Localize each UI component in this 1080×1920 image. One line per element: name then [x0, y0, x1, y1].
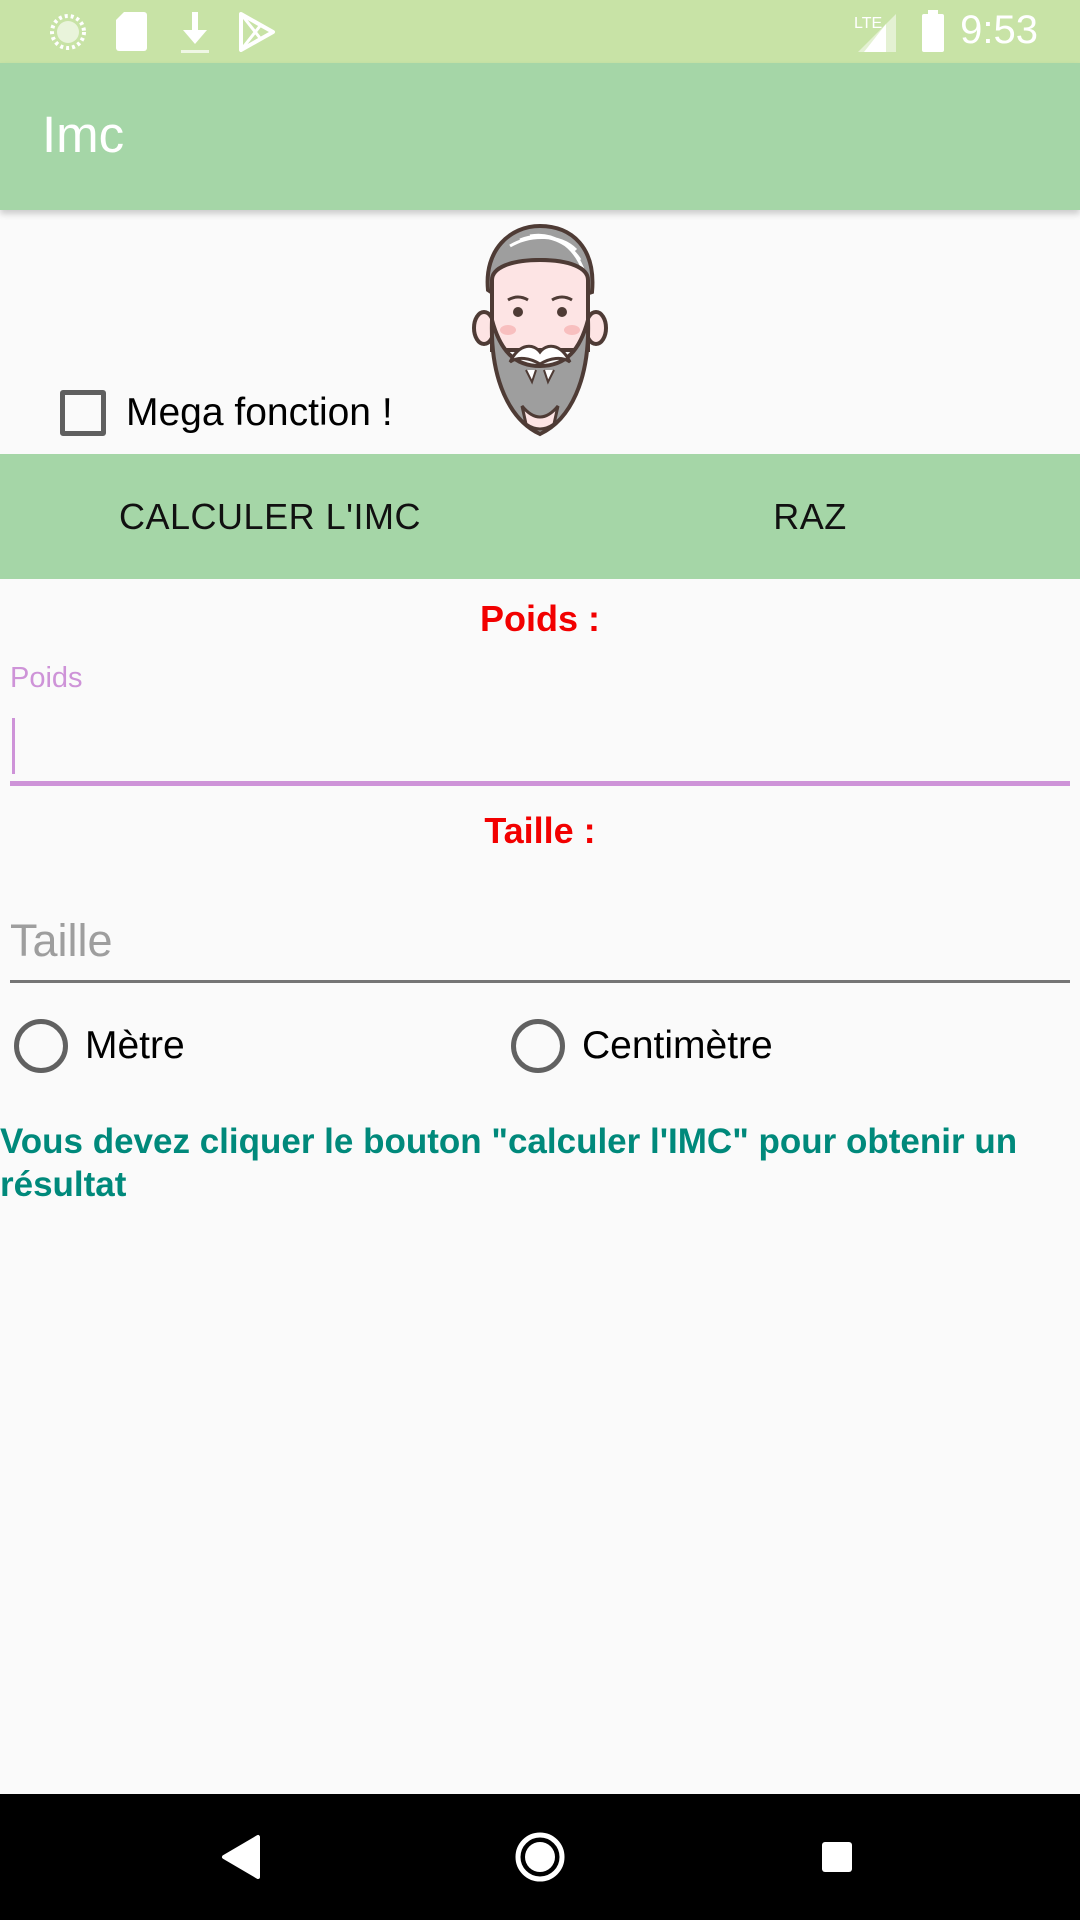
play-store-icon — [239, 12, 275, 52]
weight-floating-label: Poids — [10, 662, 83, 694]
status-bar: LTE 9:53 — [0, 0, 1080, 63]
radio-label-meter: Mètre — [85, 1024, 185, 1067]
sync-icon — [50, 14, 86, 50]
checkbox-label: Mega fonction ! — [126, 391, 393, 434]
calculate-imc-button[interactable]: CALCULER L'IMC — [0, 454, 540, 579]
navigation-bar — [0, 1794, 1080, 1920]
bearded-man-avatar — [472, 223, 608, 437]
text-cursor — [12, 718, 15, 774]
mega-fonction-checkbox[interactable]: Mega fonction ! — [60, 388, 393, 438]
sd-card-icon — [116, 12, 147, 51]
status-time: 9:53 — [960, 8, 1038, 52]
radio-centimeter[interactable]: Centimètre — [511, 1018, 773, 1074]
radio-label-centimeter: Centimètre — [582, 1024, 773, 1067]
radio-circle-meter[interactable] — [14, 1019, 68, 1073]
app-bar: Imc — [0, 63, 1080, 210]
reset-button[interactable]: RAZ — [540, 454, 1080, 579]
lte-signal-icon: LTE — [854, 14, 896, 52]
weight-input[interactable] — [10, 700, 1070, 786]
home-icon[interactable] — [477, 1794, 603, 1920]
height-placeholder: Taille — [10, 915, 113, 966]
radio-meter[interactable]: Mètre — [14, 1018, 185, 1074]
svg-text:LTE: LTE — [854, 15, 882, 32]
button-bar: CALCULER L'IMC RAZ — [0, 454, 1080, 579]
battery-icon — [922, 10, 944, 52]
weight-section-label: Poids : — [479, 598, 600, 639]
checkbox-box[interactable] — [60, 390, 106, 436]
height-section-label: Taille : — [484, 810, 596, 851]
radio-circle-centimeter[interactable] — [511, 1019, 565, 1073]
height-input[interactable]: Taille — [10, 905, 1070, 983]
result-message: Vous devez cliquer le bouton "calculer l… — [0, 1122, 1018, 1204]
back-icon[interactable] — [180, 1794, 306, 1920]
app-title: Imc — [42, 106, 125, 163]
download-icon — [181, 12, 209, 53]
recents-icon[interactable] — [774, 1794, 900, 1920]
